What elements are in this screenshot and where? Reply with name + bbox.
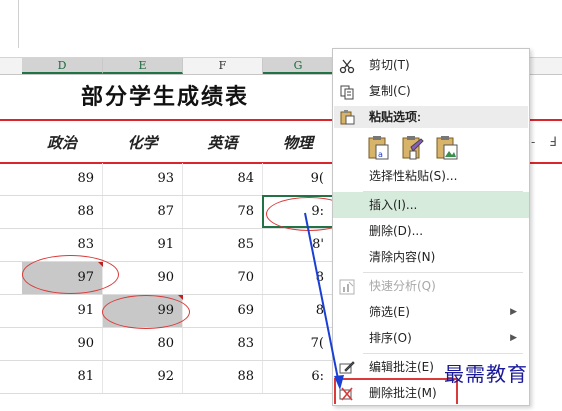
watermark-text: 最需教育 (444, 362, 528, 386)
annotation-arrow (304, 212, 344, 390)
